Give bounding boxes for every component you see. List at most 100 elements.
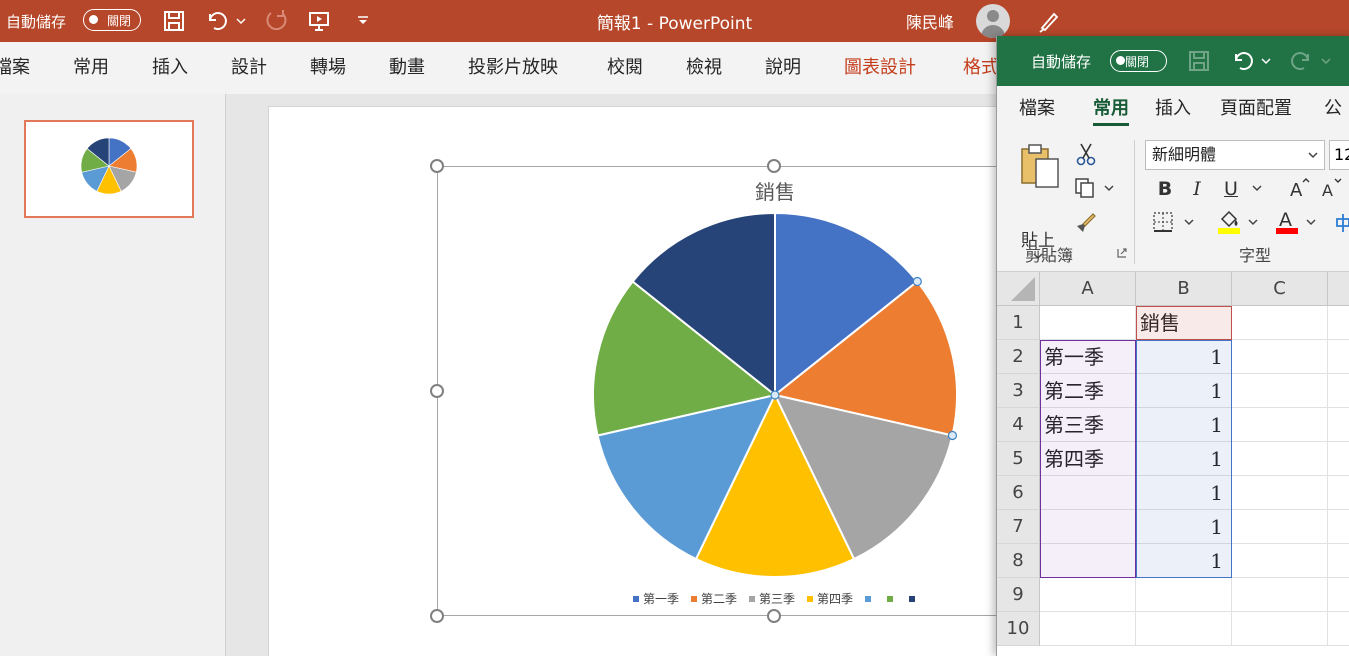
cell-a10[interactable] [1040,612,1136,646]
excel-save-icon[interactable] [1187,36,1217,86]
row-header-4[interactable]: 4 [997,408,1040,442]
cell-c8[interactable] [1232,544,1328,578]
excel-tab-formulas[interactable]: 公式 [1324,86,1349,165]
excel-undo-dropdown-icon[interactable] [1261,36,1275,86]
resize-handle-top-left[interactable] [430,159,444,173]
cell-d5[interactable] [1328,442,1349,476]
font-size-combobox[interactable]: 12 [1329,140,1349,170]
resize-handle-bottom-left[interactable] [430,609,444,623]
format-painter-icon[interactable] [1071,208,1099,236]
resize-handle-left[interactable] [430,384,444,398]
customize-toolbar-icon[interactable] [354,0,372,42]
column-header-a[interactable]: A [1040,272,1136,306]
row-header-3[interactable]: 3 [997,374,1040,408]
redo-icon[interactable] [262,0,290,42]
cell-c6[interactable] [1232,476,1328,510]
select-all-corner[interactable] [997,272,1040,306]
slice-selection-point-3[interactable] [947,430,958,441]
paste-icon[interactable] [1015,140,1065,196]
row-header-1[interactable]: 1 [997,306,1040,340]
font-color-icon[interactable]: A [1273,206,1301,236]
tab-home[interactable]: 常用 [73,42,109,94]
row-header-7[interactable]: 7 [997,510,1040,544]
cell-a9[interactable] [1040,578,1136,612]
legend-entry-4[interactable]: 第四季 [807,590,853,607]
legend-entry-7[interactable] [909,590,919,607]
copy-dropdown-icon[interactable] [1103,182,1115,194]
cell-d3[interactable] [1328,374,1349,408]
cell-b10[interactable] [1136,612,1232,646]
excel-tab-home[interactable]: 常用 [1093,86,1129,132]
italic-button[interactable]: I [1185,176,1209,202]
undo-icon[interactable] [204,0,230,42]
avatar[interactable] [976,4,1010,38]
presentation-start-icon[interactable] [305,0,333,42]
user-name[interactable]: 陳民峰 [906,0,954,42]
slide-thumbnail-1[interactable] [24,120,194,218]
excel-redo-icon[interactable] [1289,36,1317,86]
slice-selection-point-1[interactable] [770,390,780,400]
tab-file[interactable]: 檔案 [0,42,30,94]
cell-c2[interactable] [1232,340,1328,374]
tab-animations[interactable]: 動畫 [389,42,425,94]
tab-insert[interactable]: 插入 [152,42,188,94]
cut-icon[interactable] [1073,140,1099,168]
row-header-10[interactable]: 10 [997,612,1040,646]
tab-design[interactable]: 設計 [231,42,267,94]
tab-help[interactable]: 說明 [765,42,801,94]
cell-c1[interactable] [1232,306,1328,340]
undo-dropdown-icon[interactable] [234,0,248,42]
excel-autosave-toggle[interactable]: 關閉 [1110,50,1167,72]
cell-c9[interactable] [1232,578,1328,612]
excel-redo-dropdown-icon[interactable] [1321,36,1335,86]
excel-tab-file[interactable]: 檔案 [1019,86,1055,132]
tab-chart-design[interactable]: 圖表設計 [844,42,916,94]
tab-format[interactable]: 格式 [963,42,999,94]
tab-slideshow[interactable]: 投影片放映 [468,42,558,94]
pie-chart[interactable] [580,200,970,590]
tab-view[interactable]: 檢視 [686,42,722,94]
legend-entry-2[interactable]: 第二季 [691,590,737,607]
cell-d9[interactable] [1328,578,1349,612]
cell-d4[interactable] [1328,408,1349,442]
column-header-c[interactable]: C [1232,272,1328,306]
font-name-combobox[interactable]: 新細明體 [1145,140,1325,170]
legend-entry-6[interactable] [887,590,897,607]
cell-b9[interactable] [1136,578,1232,612]
resize-handle-top[interactable] [767,159,781,173]
cell-c4[interactable] [1232,408,1328,442]
excel-undo-icon[interactable] [1231,36,1259,86]
autosave-toggle[interactable]: 關閉 [83,9,141,31]
underline-button[interactable]: U [1219,176,1243,202]
slice-selection-point-2[interactable] [912,276,922,287]
fill-color-icon[interactable] [1215,206,1243,236]
increase-font-size-icon[interactable]: A [1287,174,1313,202]
save-icon[interactable] [160,0,188,42]
chart-legend[interactable]: 第一季 第二季 第三季 第四季 [633,590,931,607]
cell-c10[interactable] [1232,612,1328,646]
row-header-2[interactable]: 2 [997,340,1040,374]
cell-c5[interactable] [1232,442,1328,476]
spreadsheet-grid[interactable]: A B C 1 銷售 2 第一季 1 3 第二季 1 4 第三季 1 5 第四季 1 6 1 7 1 8 1 9 10 [997,272,1349,656]
legend-entry-3[interactable]: 第三季 [749,590,795,607]
column-header-b[interactable]: B [1136,272,1232,306]
tab-transitions[interactable]: 轉場 [310,42,346,94]
cell-d7[interactable] [1328,510,1349,544]
borders-icon[interactable] [1149,208,1177,236]
legend-entry-1[interactable]: 第一季 [633,590,679,607]
cell-c7[interactable] [1232,510,1328,544]
row-header-8[interactable]: 8 [997,544,1040,578]
cell-d1[interactable] [1328,306,1349,340]
cell-d2[interactable] [1328,340,1349,374]
clipboard-launcher-icon[interactable] [1115,246,1129,260]
cell-d8[interactable] [1328,544,1349,578]
font-name-dropdown-icon[interactable] [1308,151,1318,159]
bold-button[interactable]: B [1153,176,1177,202]
legend-entry-5[interactable] [865,590,875,607]
cell-c3[interactable] [1232,374,1328,408]
copy-icon[interactable] [1071,174,1099,202]
phonetic-guide-icon[interactable] [1333,210,1349,236]
resize-handle-bottom[interactable] [767,609,781,623]
row-header-9[interactable]: 9 [997,578,1040,612]
row-header-6[interactable]: 6 [997,476,1040,510]
